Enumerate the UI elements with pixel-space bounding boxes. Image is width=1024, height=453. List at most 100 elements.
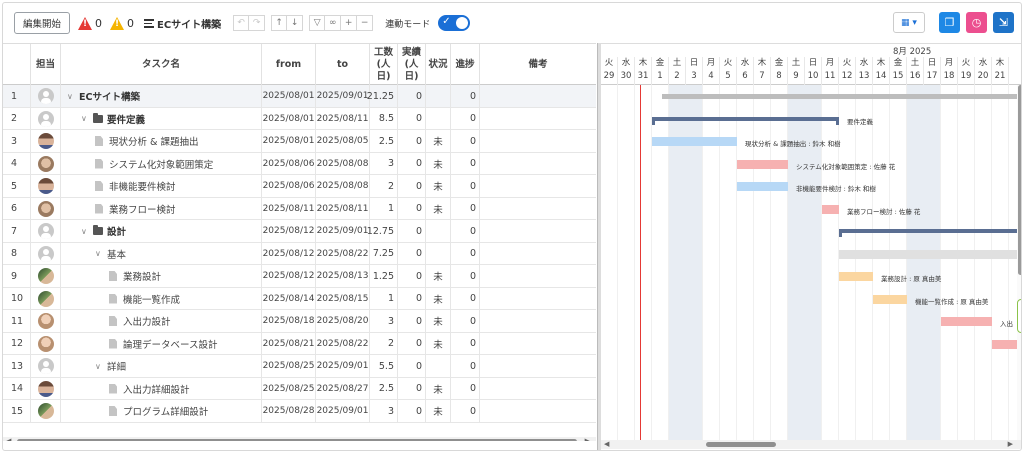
progress-cell[interactable]: 0 — [451, 197, 480, 220]
chevron-down-icon[interactable]: ∨ — [67, 92, 75, 101]
to-cell[interactable]: 2025/08/11 — [316, 107, 370, 130]
progress-cell[interactable]: 0 — [451, 400, 480, 422]
task-name-cell[interactable]: ∨ ECサイト構築 — [61, 85, 262, 107]
gantt-bar[interactable] — [652, 137, 737, 146]
notes-cell[interactable] — [480, 355, 596, 377]
header-progress[interactable]: 進捗 — [451, 44, 480, 85]
to-cell[interactable]: 2025/08/20 — [316, 310, 370, 332]
table-row[interactable]: 2 ∨ 要件定義 2025/08/01 2025/08/11 8.5 0 0 — [3, 107, 596, 130]
from-cell[interactable]: 2025/08/21 — [262, 332, 316, 355]
gantt-vertical-scrollbar[interactable] — [1017, 85, 1021, 440]
header-effort[interactable]: 工数 (人日) — [370, 44, 398, 85]
gantt-bar[interactable] — [822, 204, 839, 214]
notes-cell[interactable] — [480, 265, 596, 287]
task-name-cell[interactable]: ∨ 詳細 — [61, 355, 262, 377]
status-cell[interactable]: 未 — [426, 197, 451, 220]
error-indicator[interactable]: ! 0 — [78, 16, 102, 30]
assignee-cell[interactable] — [31, 85, 61, 107]
actual-cell[interactable]: 0 — [398, 85, 426, 107]
assignee-cell[interactable] — [31, 242, 61, 265]
actual-cell[interactable]: 0 — [398, 377, 426, 400]
actual-cell[interactable]: 0 — [398, 355, 426, 377]
scroll-right-icon[interactable]: ▶ — [585, 437, 590, 441]
chevron-down-icon[interactable]: ∨ — [95, 249, 103, 258]
notes-cell[interactable] — [480, 85, 596, 107]
table-row[interactable]: 4 システム化対象範囲策定 2025/08/06 2025/08/08 3 0 未 0 — [3, 152, 596, 175]
progress-cell[interactable]: 0 — [451, 265, 480, 287]
actual-cell[interactable]: 0 — [398, 310, 426, 332]
to-cell[interactable]: 2025/09/01 — [316, 400, 370, 422]
copy-icon[interactable]: ❐ — [939, 12, 960, 33]
filter-icon[interactable]: ▽ — [309, 15, 326, 31]
from-cell[interactable]: 2025/08/11 — [262, 197, 316, 220]
gantt-bar[interactable] — [839, 272, 873, 281]
notes-cell[interactable] — [480, 400, 596, 422]
assignee-cell[interactable] — [31, 107, 61, 130]
progress-cell[interactable]: 0 — [451, 310, 480, 332]
to-cell[interactable]: 2025/08/08 — [316, 152, 370, 175]
collapse-icon[interactable]: − — [357, 15, 374, 31]
progress-cell[interactable]: 0 — [451, 107, 480, 130]
move-up-icon[interactable]: ↑ — [271, 15, 288, 31]
status-cell[interactable]: 未 — [426, 310, 451, 332]
notes-cell[interactable] — [480, 378, 596, 400]
status-cell[interactable]: 未 — [426, 175, 451, 197]
to-cell[interactable]: 2025/08/05 — [316, 130, 370, 152]
notes-cell[interactable] — [480, 220, 596, 242]
actual-cell[interactable]: 0 — [398, 220, 426, 242]
progress-cell[interactable]: 0 — [451, 130, 480, 152]
from-cell[interactable]: 2025/08/12 — [262, 242, 316, 265]
effort-cell[interactable]: 12.75 — [367, 220, 398, 242]
table-row[interactable]: 7 ∨ 設計 2025/08/12 2025/09/01 12.75 0 0 — [3, 220, 596, 243]
assignee-cell[interactable] — [31, 197, 61, 220]
effort-cell[interactable]: 3 — [370, 152, 398, 175]
actual-cell[interactable]: 0 — [398, 332, 426, 355]
from-cell[interactable]: 2025/08/25 — [262, 377, 316, 400]
status-cell[interactable]: 未 — [426, 265, 451, 287]
from-cell[interactable]: 2025/08/06 — [262, 175, 316, 197]
assignee-cell[interactable] — [31, 377, 61, 400]
calendar-dropdown[interactable]: ▦ ▾ — [893, 12, 925, 33]
progress-cell[interactable]: 0 — [451, 85, 480, 107]
expand-icon[interactable]: + — [341, 15, 358, 31]
header-actual[interactable]: 実績 (人日) — [398, 44, 426, 85]
gantt-bar[interactable] — [839, 249, 1021, 259]
table-row[interactable]: 5 非機能要件検討 2025/08/06 2025/08/08 2 0 未 0 — [3, 175, 596, 198]
to-cell[interactable]: 2025/08/27 — [316, 377, 370, 400]
task-name-cell[interactable]: 業務設計 — [61, 265, 262, 287]
actual-cell[interactable]: 0 — [398, 265, 426, 287]
edit-start-button[interactable]: 編集開始 — [14, 12, 71, 34]
table-row[interactable]: 13 ∨ 詳細 2025/08/25 2025/09/01 5.5 0 0 — [3, 355, 596, 378]
effort-cell[interactable]: 1 — [370, 287, 398, 310]
gantt-bar[interactable] — [873, 294, 907, 304]
chevron-down-icon[interactable]: ∨ — [95, 362, 103, 371]
assignee-cell[interactable] — [31, 265, 61, 287]
actual-cell[interactable]: 0 — [398, 175, 426, 197]
from-cell[interactable]: 2025/08/06 — [262, 152, 316, 175]
status-cell[interactable]: 未 — [426, 152, 451, 175]
table-row[interactable]: 11 入出力設計 2025/08/18 2025/08/20 3 0 未 0 — [3, 310, 596, 333]
to-cell[interactable]: 2025/08/15 — [316, 287, 370, 310]
table-row[interactable]: 9 業務設計 2025/08/12 2025/08/13 1.25 0 未 0 — [3, 265, 596, 288]
to-cell[interactable]: 2025/08/22 — [316, 242, 370, 265]
progress-cell[interactable]: 0 — [451, 332, 480, 355]
chevron-down-icon[interactable]: ∨ — [81, 114, 89, 123]
assignee-cell[interactable] — [31, 332, 61, 355]
resize-handle[interactable] — [1017, 299, 1021, 333]
progress-cell[interactable]: 0 — [451, 175, 480, 197]
task-name-cell[interactable]: 入出力設計 — [61, 310, 262, 332]
notes-cell[interactable] — [480, 175, 596, 197]
notes-cell[interactable] — [480, 243, 596, 265]
effort-cell[interactable]: 2.5 — [370, 377, 398, 400]
header-task-name[interactable]: タスク名 — [61, 44, 262, 85]
move-down-icon[interactable]: ↓ — [287, 15, 304, 31]
from-cell[interactable]: 2025/08/01 — [262, 130, 316, 152]
warning-indicator[interactable]: ! 0 — [110, 16, 134, 30]
table-row[interactable]: 15 プログラム詳細設計 2025/08/28 2025/09/01 3 0 未 0 — [3, 400, 596, 423]
to-cell[interactable]: 2025/09/01 — [316, 355, 370, 377]
to-cell[interactable]: 2025/08/22 — [316, 332, 370, 355]
scroll-left-icon[interactable]: ◀ — [6, 437, 11, 441]
header-assignee[interactable]: 担当 — [31, 44, 61, 85]
assignee-cell[interactable] — [31, 287, 61, 310]
gantt-scroll-thumb[interactable] — [706, 442, 776, 447]
